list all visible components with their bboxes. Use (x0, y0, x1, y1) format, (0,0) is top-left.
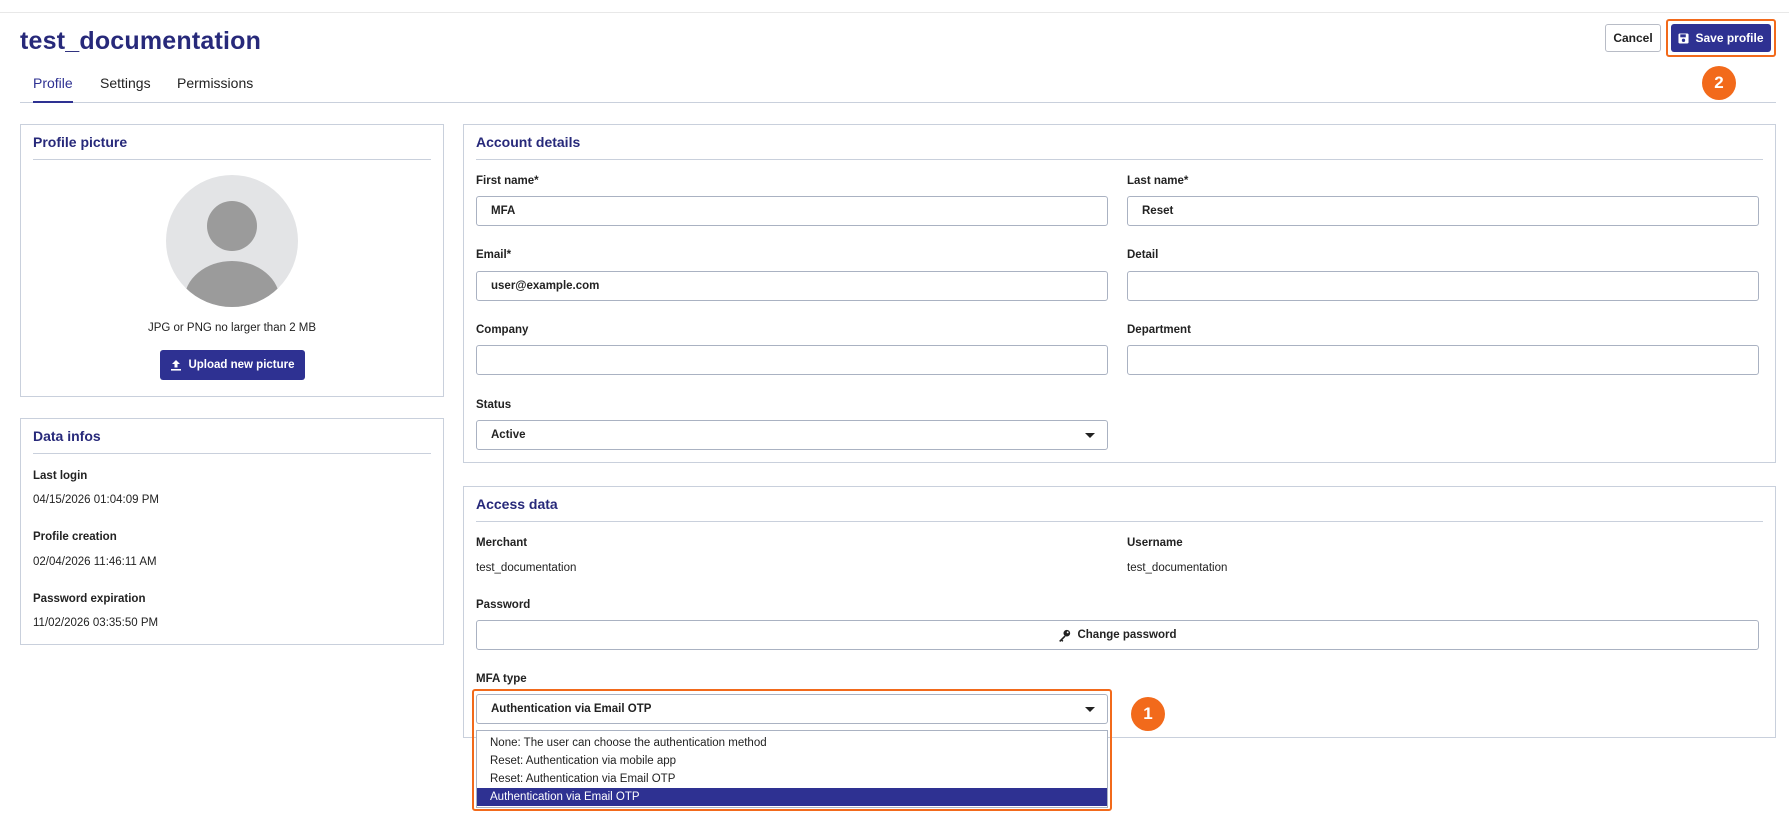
email-label: Email* (476, 249, 512, 261)
panel-divider (33, 159, 431, 160)
department-label: Department (1127, 324, 1191, 336)
merchant-label: Merchant (476, 537, 528, 549)
username-label: Username (1127, 537, 1183, 549)
status-label: Status (476, 399, 512, 411)
upload-hint: JPG or PNG no larger than 2 MB (147, 322, 317, 334)
floppy-disk-icon (1678, 32, 1690, 44)
mfa-option-none[interactable]: None: The user can choose the authentica… (477, 734, 1107, 752)
last-login-value: 04/15/2026 01:04:09 PM (33, 494, 159, 506)
tab-bar: Profile Settings Permissions (20, 75, 1776, 103)
username-value: test_documentation (1127, 562, 1228, 574)
tab-settings[interactable]: Settings (100, 75, 151, 91)
access-data-title: Access data (476, 496, 558, 512)
user-avatar-icon (166, 175, 298, 307)
top-divider (0, 12, 1789, 13)
company-label: Company (476, 324, 529, 336)
page-title: test_documentation (20, 27, 262, 55)
password-label: Password (476, 599, 531, 611)
company-field[interactable] (476, 345, 1108, 375)
mfa-option-reset-email-otp[interactable]: Reset: Authentication via Email OTP (477, 770, 1107, 788)
change-password-label: Change password (1077, 629, 1177, 641)
data-infos-title: Data infos (33, 428, 101, 444)
mfa-option-reset-mobile-app[interactable]: Reset: Authentication via mobile app (477, 752, 1107, 770)
key-icon (1059, 629, 1071, 642)
mfa-type-label: MFA type (476, 673, 527, 685)
profile-creation-value: 02/04/2026 11:46:11 AM (33, 556, 157, 568)
password-expiration-value: 11/02/2026 03:35:50 PM (33, 617, 159, 629)
panel-divider (476, 159, 1763, 160)
first-name-label: First name* (476, 175, 539, 187)
tab-profile[interactable]: Profile (33, 75, 73, 103)
merchant-value: test_documentation (476, 562, 577, 574)
department-field[interactable] (1127, 345, 1759, 375)
detail-field[interactable] (1127, 271, 1759, 301)
cancel-button[interactable]: Cancel (1605, 24, 1661, 52)
mfa-type-value: Authentication via Email OTP (491, 703, 652, 715)
change-password-button[interactable]: Change password (476, 620, 1759, 650)
caret-down-icon (1085, 433, 1095, 438)
detail-label: Detail (1127, 249, 1159, 261)
email-field[interactable]: user@example.com (476, 271, 1108, 301)
upload-icon (171, 360, 182, 371)
mfa-option-email-otp[interactable]: Authentication via Email OTP (477, 788, 1107, 806)
panel-divider (33, 453, 431, 454)
save-profile-label: Save profile (1695, 31, 1764, 45)
profile-creation-label: Profile creation (33, 531, 117, 543)
profile-picture-title: Profile picture (33, 134, 128, 150)
password-expiration-label: Password expiration (33, 593, 146, 605)
annotation-badge-1: 1 (1131, 697, 1165, 731)
tab-permissions[interactable]: Permissions (177, 75, 253, 91)
mfa-type-select[interactable]: Authentication via Email OTP (476, 694, 1108, 724)
last-name-label: Last name* (1127, 175, 1189, 187)
first-name-field[interactable]: MFA (476, 196, 1108, 226)
status-select[interactable]: Active (476, 420, 1108, 450)
last-login-label: Last login (33, 470, 88, 482)
save-profile-button[interactable]: Save profile (1671, 24, 1771, 52)
mfa-options-list: None: The user can choose the authentica… (476, 730, 1108, 808)
upload-picture-label: Upload new picture (188, 359, 295, 371)
upload-picture-button[interactable]: Upload new picture (160, 350, 305, 380)
last-name-field[interactable]: Reset (1127, 196, 1759, 226)
status-value: Active (491, 429, 526, 441)
account-details-title: Account details (476, 134, 581, 150)
panel-divider (476, 521, 1763, 522)
caret-down-icon (1085, 707, 1095, 712)
